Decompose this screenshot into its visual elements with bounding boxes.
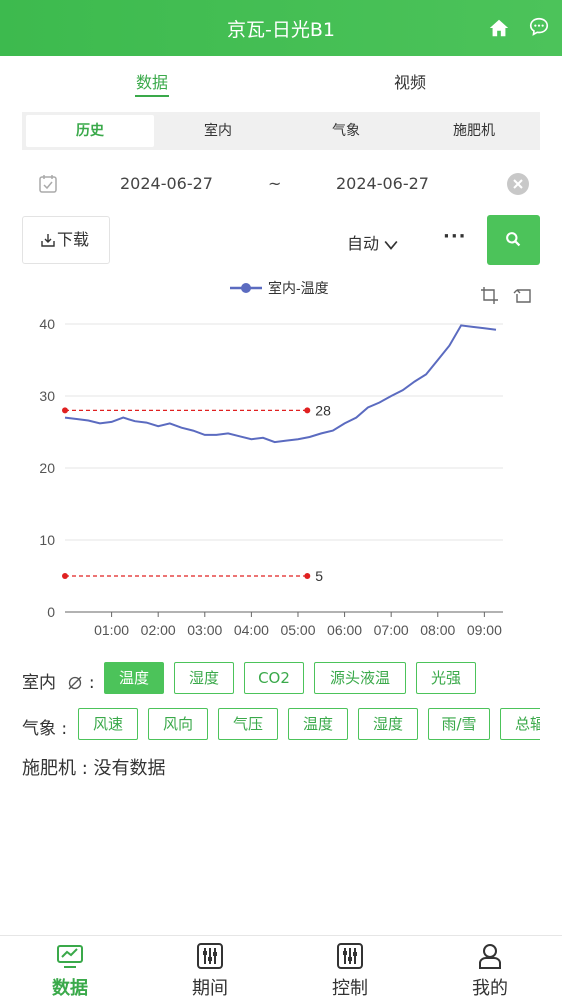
x-tick-label: 01:00	[94, 622, 129, 638]
tabbar-data-label: 数据	[52, 978, 88, 999]
crop-zoom-icon[interactable]	[481, 287, 498, 304]
chip-indoor-temperature[interactable]: 温度	[104, 662, 164, 694]
tabbar-mine-label: 我的	[472, 978, 508, 999]
temperature-chart: 室内-温度 0 10 20 30 40 01:00 02:00 03:00 04:00 05:00…	[39, 280, 531, 638]
y-tick-label: 10	[39, 532, 55, 548]
y-tick-label: 20	[39, 460, 55, 476]
calendar-icon[interactable]	[38, 174, 58, 194]
download-icon	[41, 234, 55, 247]
end-date-field[interactable]: 2024-06-27	[336, 174, 429, 193]
top-tabs: 数据 视频	[0, 56, 562, 102]
x-tick-label: 05:00	[280, 622, 315, 638]
more-button[interactable]: ···	[443, 226, 467, 247]
x-tick-label: 06:00	[327, 622, 362, 638]
fertilizer-no-data: 施肥机 : 没有数据	[22, 758, 166, 779]
y-tick-label: 0	[47, 604, 55, 620]
chip-weather-temperature[interactable]: 温度	[288, 708, 348, 740]
chip-weather-humidity[interactable]: 湿度	[358, 708, 418, 740]
series-line-temperature	[64, 324, 497, 444]
x-tick-label: 02:00	[141, 622, 176, 638]
y-tick-label: 30	[39, 388, 55, 404]
chip-weather-wind-direction[interactable]: 风向	[148, 708, 208, 740]
restore-zoom-icon[interactable]	[513, 289, 531, 303]
indoor-label: 室内	[22, 673, 56, 693]
x-tick-label: 08:00	[420, 622, 455, 638]
user-icon	[479, 944, 501, 969]
chip-weather-total-radiation[interactable]: 总辐	[500, 708, 540, 740]
chip-weather-pressure[interactable]: 气压	[218, 708, 278, 740]
home-icon[interactable]	[488, 17, 510, 39]
search-icon	[506, 232, 521, 247]
tabbar-data[interactable]: 数据	[0, 936, 140, 1001]
bottom-tab-bar: 数据 期间 控制 我的	[0, 935, 562, 1000]
download-button[interactable]: 下载	[22, 216, 110, 264]
weather-row-label: 气象 :	[22, 719, 68, 739]
sub-tabs: 历史 室内 气象 施肥机	[22, 112, 540, 150]
clear-date-button[interactable]	[507, 173, 529, 195]
chevron-down-icon	[384, 240, 398, 250]
reference-label: 28	[315, 402, 331, 418]
tabbar-period-label: 期间	[192, 978, 228, 999]
chip-weather-wind-speed[interactable]: 风速	[78, 708, 138, 740]
reference-start-marker	[62, 573, 68, 579]
tab-video-label: 视频	[393, 73, 426, 92]
close-icon	[513, 179, 523, 189]
tabbar-mine[interactable]: 我的	[420, 936, 560, 1001]
chip-indoor-humidity[interactable]: 湿度	[174, 662, 234, 694]
tabbar-period[interactable]: 期间	[140, 936, 280, 1001]
reference-end-marker	[304, 573, 311, 579]
x-tick-label: 07:00	[374, 622, 409, 638]
tabbar-control-label: 控制	[332, 978, 368, 999]
indoor-sensor-row: 室内 : 温度 湿度 CO2 源头液温 光强	[22, 662, 542, 696]
legend-marker	[241, 283, 251, 293]
tabbar-control[interactable]: 控制	[280, 936, 420, 1001]
x-tick-label: 09:00	[467, 622, 502, 638]
legend-label: 室内-温度	[268, 280, 329, 296]
download-label: 下载	[57, 230, 90, 249]
reference-start-marker	[62, 407, 68, 414]
start-date-field[interactable]: 2024-06-27	[120, 174, 213, 193]
date-separator: ~	[268, 174, 282, 193]
x-tick-label: 03:00	[187, 622, 222, 638]
chip-indoor-co2[interactable]: CO2	[244, 662, 304, 694]
date-range: 2024-06-27 ~ 2024-06-27	[22, 160, 540, 208]
monitor-chart-icon	[57, 945, 83, 968]
chat-icon[interactable]	[528, 16, 550, 38]
page-title: 京瓦-日光B1	[227, 19, 335, 41]
chip-indoor-light[interactable]: 光强	[416, 662, 476, 694]
chip-weather-rain-snow[interactable]: 雨/雪	[428, 708, 490, 740]
chart-legend[interactable]: 室内-温度	[230, 280, 329, 296]
sliders-icon	[197, 943, 223, 969]
mode-label: 自动	[347, 234, 380, 253]
x-tick-label: 04:00	[234, 622, 269, 638]
subtab-fertilizer[interactable]: 施肥机	[410, 115, 538, 147]
tab-data[interactable]: 数据	[112, 69, 192, 97]
app-header: 京瓦-日光B1	[0, 0, 562, 56]
subtab-indoor[interactable]: 室内	[154, 115, 282, 147]
subtab-weather[interactable]: 气象	[282, 115, 410, 147]
weather-sensor-row: 气象 : 风速 风向 气压 温度 湿度 雨/雪 总辐	[22, 708, 540, 742]
y-tick-label: 40	[39, 316, 55, 332]
hide-icon[interactable]	[67, 675, 83, 691]
sliders-icon	[337, 943, 363, 969]
indoor-row-label: 室内 :	[22, 673, 95, 693]
tab-data-label: 数据	[135, 73, 168, 92]
search-button[interactable]	[487, 215, 540, 265]
reference-end-marker	[304, 407, 311, 414]
chip-indoor-liquid-temp[interactable]: 源头液温	[314, 662, 406, 694]
mode-dropdown[interactable]: 自动	[347, 230, 398, 254]
reference-label: 5	[315, 568, 323, 584]
subtab-history[interactable]: 历史	[26, 115, 154, 147]
tab-video[interactable]: 视频	[370, 69, 450, 93]
active-tab-underline	[135, 95, 169, 97]
